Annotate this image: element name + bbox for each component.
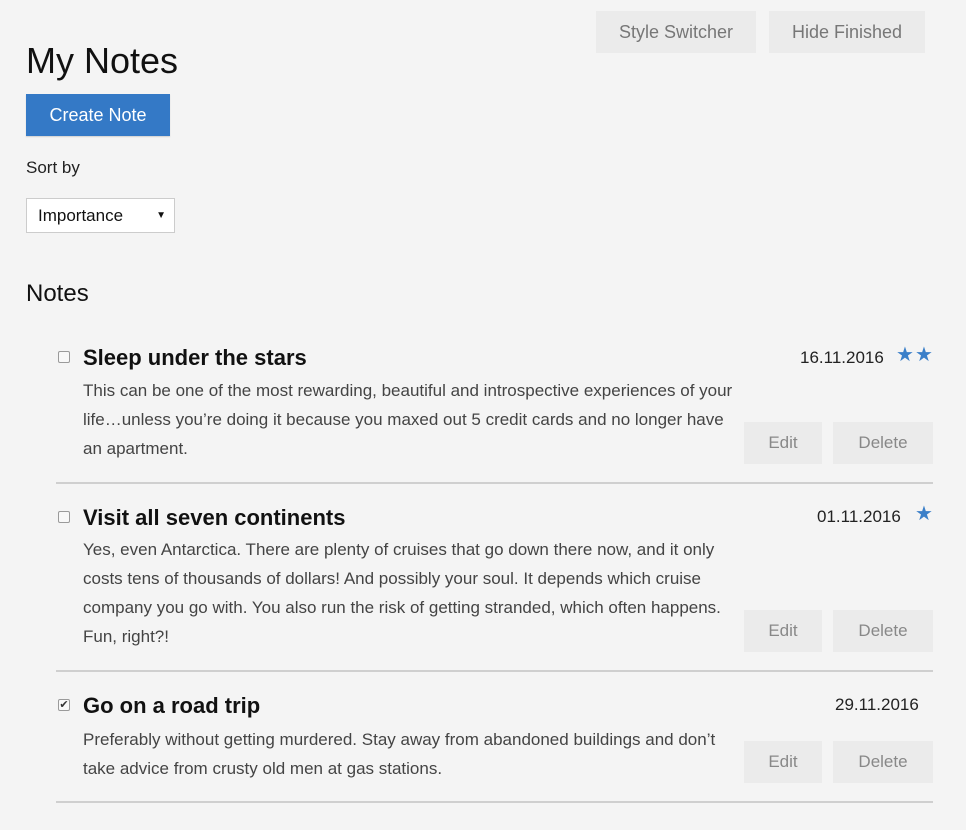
edit-button[interactable]: Edit [744, 422, 822, 464]
note-title: Visit all seven continents [83, 505, 346, 530]
star-icon: ★ [914, 344, 933, 366]
delete-button[interactable]: Delete [833, 741, 933, 783]
note-date: 29.11.2016 [835, 695, 919, 714]
page-title: My Notes [26, 40, 179, 81]
note-date: 01.11.2016 [817, 507, 901, 526]
star-icon: ★ [896, 344, 914, 366]
caret-down-icon: ▼ [156, 210, 166, 221]
finished-checkbox[interactable]: ✔ [58, 699, 70, 711]
notes-section-title: Notes [26, 280, 89, 307]
delete-button[interactable]: Delete [833, 422, 933, 464]
note-description: Yes, even Antarctica. There are plenty o… [83, 540, 721, 646]
note-item: ✔ Go on a road trip Preferably without g… [56, 672, 933, 803]
importance-stars: ★ ★ [896, 345, 933, 365]
sort-selected-value: Importance [38, 205, 124, 225]
note-item: Sleep under the stars This can be one of… [56, 330, 933, 484]
star-icon: ★ [915, 503, 933, 525]
top-toolbar: Style Switcher Hide Finished [596, 11, 925, 53]
importance-stars: ★ [915, 504, 933, 524]
note-description: This can be one of the most rewarding, b… [83, 381, 733, 458]
notes-app: Style Switcher Hide Finished My Notes Cr… [0, 0, 966, 830]
sort-select[interactable]: Importance ▼ [26, 198, 175, 233]
note-date: 16.11.2016 [800, 348, 884, 367]
note-description: Preferably without getting murdered. Sta… [83, 730, 716, 778]
finished-checkbox[interactable] [58, 351, 70, 363]
style-switcher-button[interactable]: Style Switcher [596, 11, 756, 53]
delete-button[interactable]: Delete [833, 610, 933, 652]
edit-button[interactable]: Edit [744, 741, 822, 783]
sort-label: Sort by [26, 158, 80, 177]
create-note-button[interactable]: Create Note [26, 94, 170, 136]
note-item: Visit all seven continents Yes, even Ant… [56, 484, 933, 672]
hide-finished-button[interactable]: Hide Finished [769, 11, 925, 53]
edit-button[interactable]: Edit [744, 610, 822, 652]
finished-checkbox[interactable] [58, 511, 70, 523]
note-title: Sleep under the stars [83, 345, 307, 370]
note-title: Go on a road trip [83, 693, 261, 718]
